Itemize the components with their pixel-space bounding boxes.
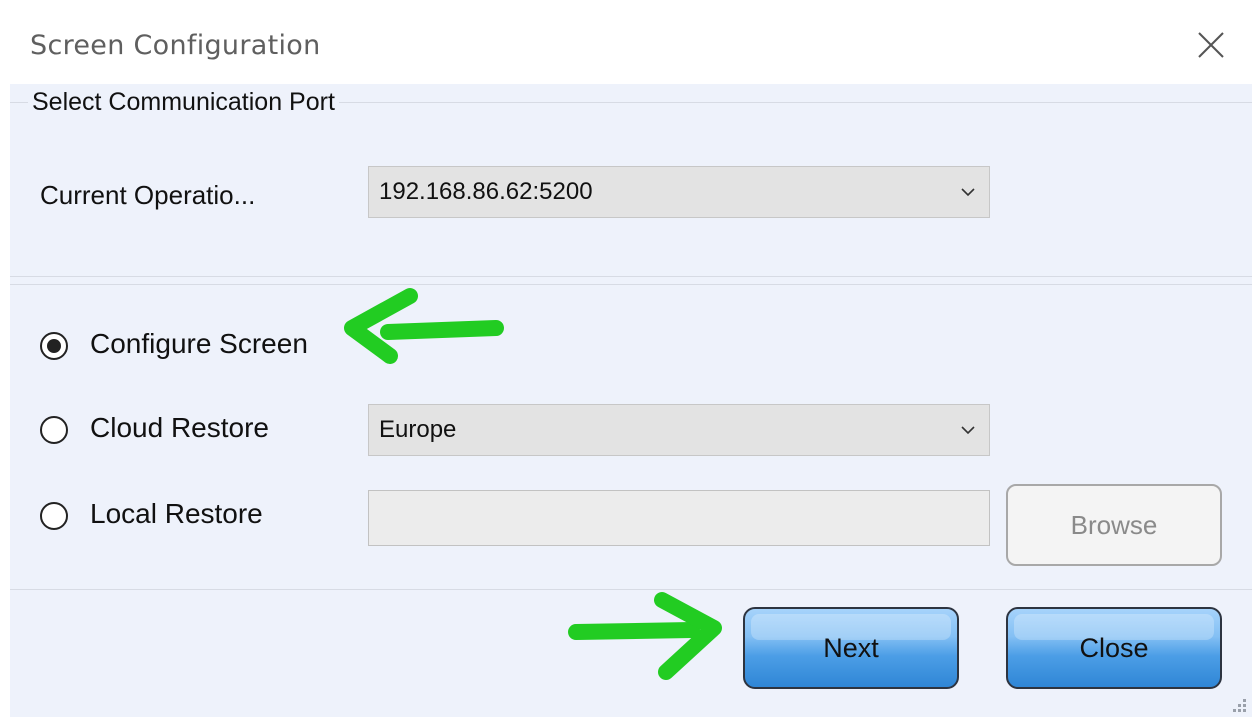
current-operation-value: 192.168.86.62:5200 [379,178,593,205]
local-restore-path-input[interactable] [368,490,990,546]
green-arrow-icon [344,288,504,364]
screen-configuration-dialog: Screen Configuration Select Communicatio… [0,0,1252,717]
cloud-region-value: Europe [379,416,457,443]
close-button-label: Close [1079,633,1149,663]
cloud-region-combobox[interactable]: Europe [368,404,990,456]
current-operation-combobox[interactable]: 192.168.86.62:5200 [368,166,990,218]
local-restore-label: Local Restore [90,498,263,529]
configure-screen-label: Configure Screen [90,328,308,359]
close-icon[interactable] [1196,30,1226,60]
dialog-title: Screen Configuration [30,30,321,61]
resize-grip-icon[interactable] [1230,696,1248,714]
cloud-restore-radio[interactable] [40,416,68,444]
next-button-label: Next [823,633,879,663]
chevron-down-icon [961,188,975,197]
cloud-restore-label: Cloud Restore [90,412,269,443]
local-restore-radio[interactable] [40,502,68,530]
current-operation-label: Current Operatio... [40,180,256,210]
next-button[interactable]: Next [743,607,959,689]
chevron-down-icon [961,426,975,435]
configure-screen-radio[interactable] [40,332,68,360]
browse-button[interactable]: Browse [1006,484,1222,566]
title-bar: Screen Configuration [0,0,1252,84]
close-button[interactable]: Close [1006,607,1222,689]
green-arrow-icon [568,592,722,680]
section-divider [10,284,1252,285]
group-legend: Select Communication Port [28,88,339,117]
